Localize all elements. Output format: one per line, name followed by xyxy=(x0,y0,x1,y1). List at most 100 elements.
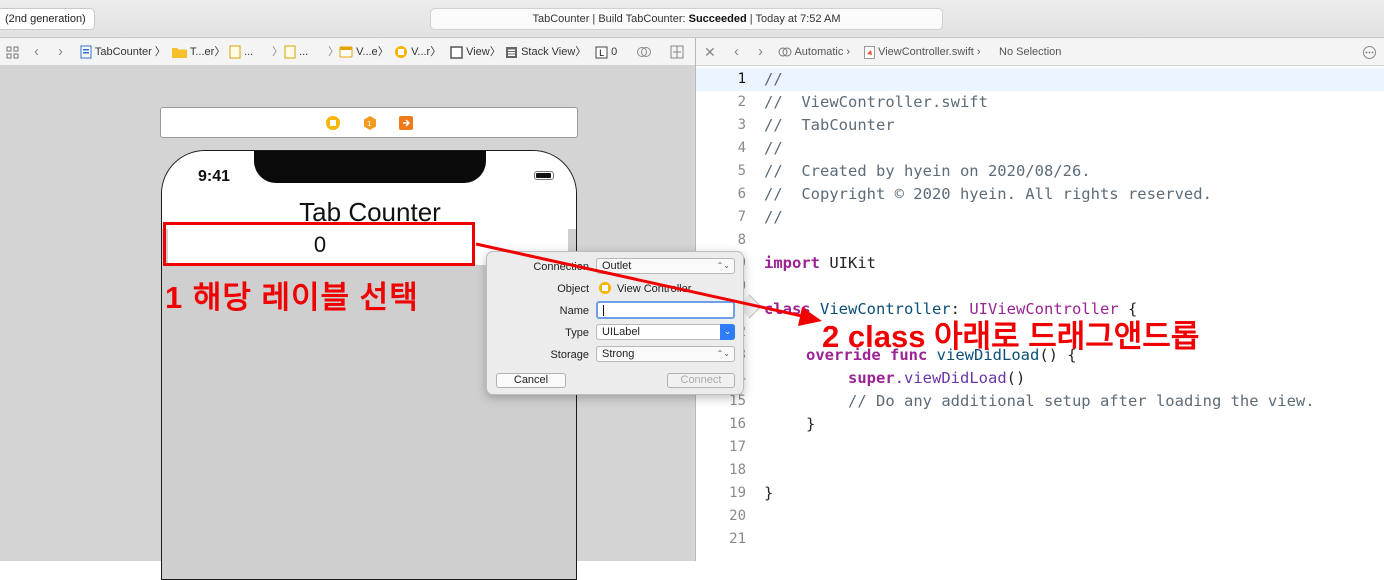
breadcrumb-label: TabCounter xyxy=(94,46,152,58)
breadcrumb-label: ... xyxy=(299,46,309,58)
back-chevron-icon[interactable]: ‹ xyxy=(34,38,39,66)
connection-label: Connection xyxy=(533,261,589,273)
scene-dock: 1 xyxy=(160,107,578,138)
breadcrumb-folder[interactable]: T...er〉 xyxy=(172,38,225,66)
line-number: 18 xyxy=(729,462,746,478)
code-comment: // xyxy=(764,139,783,157)
breadcrumb-view[interactable]: View〉 xyxy=(450,38,501,66)
breadcrumb-selection[interactable]: No Selection xyxy=(999,38,1061,66)
breadcrumb-label-item[interactable]: L 0 xyxy=(595,38,617,66)
keyword: super xyxy=(848,369,895,387)
code-line: 20 xyxy=(696,505,1384,528)
line-number: 3 xyxy=(737,117,746,133)
type-value: UILabel xyxy=(602,326,640,338)
breadcrumb-label: Stack View xyxy=(521,46,576,58)
link-icon[interactable] xyxy=(636,38,652,66)
breadcrumb-project[interactable]: TabCounter 〉 xyxy=(80,38,166,66)
breadcrumb-storyboard-base[interactable]: ... xyxy=(284,38,308,66)
storage-row: Storage Strong ⌃⌄ xyxy=(487,346,745,364)
code-line: 3 // TabCounter xyxy=(696,114,1384,137)
forward-chevron-icon[interactable]: › xyxy=(758,38,763,66)
line-number: 20 xyxy=(729,508,746,524)
code-comment: // xyxy=(764,208,783,226)
line-number: 4 xyxy=(737,140,746,156)
type-row: Type UILabel ⌄ xyxy=(487,324,745,342)
activity-viewer: TabCounter | Build TabCounter: Succeeded… xyxy=(430,8,943,30)
notch xyxy=(254,151,486,183)
annotation-highlight-box xyxy=(163,222,475,266)
breadcrumb-label: View xyxy=(466,46,490,58)
breadcrumb-scene[interactable]: V...e〉 xyxy=(339,38,389,66)
storyboard-file-icon xyxy=(229,45,241,59)
svg-text:1: 1 xyxy=(367,120,371,128)
code-line: 4 // xyxy=(696,137,1384,160)
breadcrumb-swift-file[interactable]: ViewController.swift › xyxy=(864,38,981,66)
swift-file-icon xyxy=(864,45,875,59)
breadcrumb-label: ... xyxy=(244,46,254,58)
outlet-connection-popover: Connection Outlet ⌃⌄ Object View Controll… xyxy=(486,251,744,395)
module-name: UIKit xyxy=(820,254,876,272)
code-line: 7 // xyxy=(696,206,1384,229)
keyword: import xyxy=(764,254,820,272)
svg-text:L: L xyxy=(599,49,604,59)
scheme-device-selector[interactable]: (2nd generation) xyxy=(0,8,95,30)
cancel-button[interactable]: Cancel xyxy=(496,373,566,388)
breadcrumb-storyboard[interactable]: ... xyxy=(229,38,253,66)
window-toolbar: (2nd generation) TabCounter | Build TabC… xyxy=(0,0,1384,38)
line-number: 1 xyxy=(737,71,746,87)
build-status: Succeeded xyxy=(688,13,747,25)
connection-select[interactable]: Outlet ⌃⌄ xyxy=(596,258,735,274)
automatic-mode[interactable]: Automatic › xyxy=(778,38,850,66)
code-line: 19} xyxy=(696,482,1384,505)
breadcrumb-label: V...r xyxy=(411,46,431,58)
code-line: 5 // Created by hyein on 2020/08/26. xyxy=(696,160,1384,183)
code-comment: // Created by hyein on 2020/08/26. xyxy=(764,162,1091,180)
view-controller-icon[interactable] xyxy=(325,115,341,134)
exit-icon[interactable] xyxy=(398,115,414,134)
type-combobox[interactable]: UILabel ⌄ xyxy=(596,324,735,340)
back-chevron-icon[interactable]: ‹ xyxy=(734,38,739,66)
code-line: 2 // ViewController.swift xyxy=(696,91,1384,114)
annotation-step-2: 2 class 아래로 드래그앤드롭 xyxy=(822,319,1200,354)
chevron-down-icon[interactable]: ⌄ xyxy=(720,324,735,340)
link-icon xyxy=(778,47,792,57)
keyword: class xyxy=(764,300,811,318)
view-icon xyxy=(450,45,463,59)
code-line: 14super.viewDidLoad() xyxy=(696,367,1384,390)
code-comment: // xyxy=(764,70,783,88)
related-items-icon[interactable] xyxy=(6,38,19,66)
punctuation: } xyxy=(806,415,816,433)
punctuation: } xyxy=(764,484,774,502)
object-label: Object xyxy=(557,283,589,295)
scene-icon xyxy=(339,46,353,58)
breadcrumb-separator: 〉 xyxy=(272,46,283,58)
forward-chevron-icon[interactable]: › xyxy=(58,38,63,66)
line-number: 6 xyxy=(737,186,746,202)
status-time: 9:41 xyxy=(198,168,231,185)
first-responder-icon[interactable]: 1 xyxy=(362,115,378,134)
connection-row: Connection Outlet ⌃⌄ xyxy=(487,258,745,276)
battery-icon xyxy=(534,171,554,180)
breadcrumb-stack-view[interactable]: Stack View〉 xyxy=(505,38,586,66)
code-line: 17 xyxy=(696,436,1384,459)
breadcrumb-view-controller[interactable]: V...r〉 xyxy=(394,38,441,66)
object-value: View Controller xyxy=(617,283,692,295)
close-editor-icon[interactable]: ✕ xyxy=(704,38,716,66)
code-line: 15// Do any additional setup after loadi… xyxy=(696,390,1384,413)
code-comment: // Copyright © 2020 hyein. All rights re… xyxy=(764,185,1212,203)
type-label: Type xyxy=(565,327,589,339)
method-call: .viewDidLoad xyxy=(894,369,1007,387)
line-number: 19 xyxy=(729,485,746,501)
line-number: 16 xyxy=(729,416,746,432)
storage-select[interactable]: Strong ⌃⌄ xyxy=(596,346,735,362)
object-row: Object View Controller xyxy=(487,280,745,298)
add-editor-icon[interactable] xyxy=(670,38,684,66)
more-options-icon[interactable] xyxy=(1363,38,1376,66)
stepper-icon: ⌃⌄ xyxy=(716,261,730,270)
line-number: 17 xyxy=(729,439,746,455)
folder-icon xyxy=(172,48,187,59)
name-input[interactable] xyxy=(596,301,735,319)
code-line: 1 // xyxy=(696,68,1384,91)
connect-button[interactable]: Connect xyxy=(667,373,735,388)
name-row: Name xyxy=(487,301,745,320)
